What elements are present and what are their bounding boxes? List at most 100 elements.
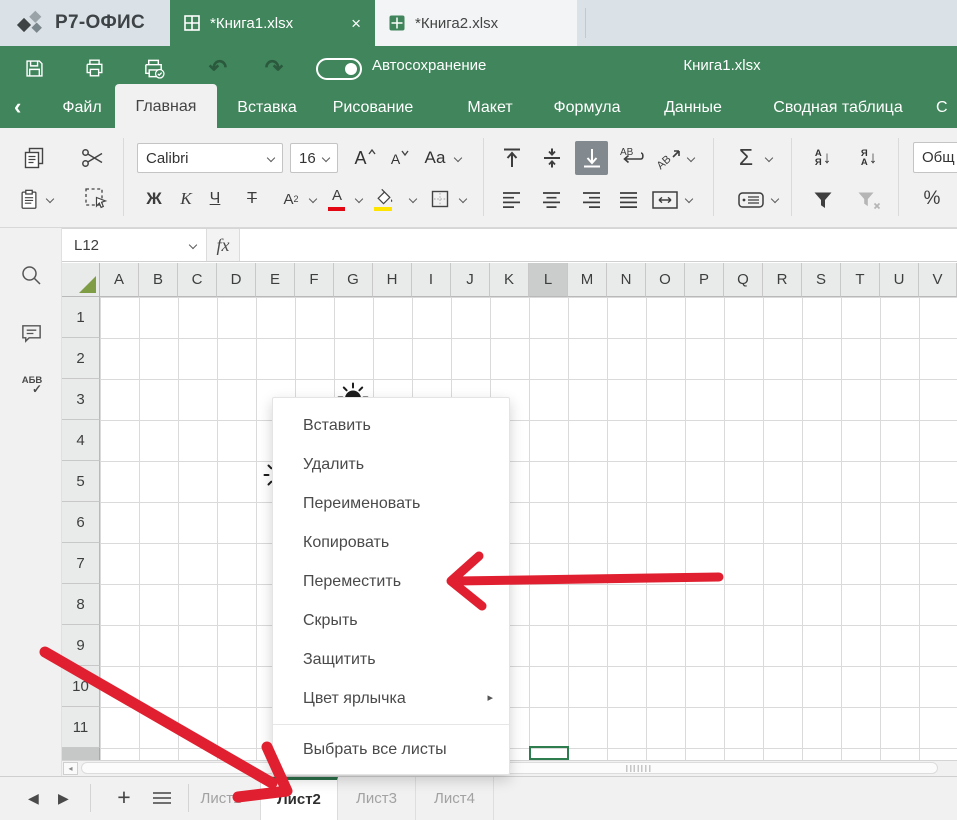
menu-item-hide[interactable]: Скрыть bbox=[273, 601, 509, 640]
column-header[interactable]: S bbox=[802, 263, 841, 297]
row-header[interactable]: 5 bbox=[62, 461, 100, 502]
column-header-selected[interactable]: L bbox=[529, 263, 568, 297]
column-header[interactable]: C bbox=[178, 263, 217, 297]
clear-filter-button[interactable] bbox=[855, 188, 883, 212]
back-chevron-icon[interactable]: ‹ bbox=[14, 88, 21, 128]
row-header[interactable]: 9 bbox=[62, 625, 100, 666]
formula-input[interactable] bbox=[240, 229, 957, 261]
quick-print-button[interactable] bbox=[142, 56, 166, 80]
spellcheck-button[interactable]: АБВ ✓ bbox=[16, 376, 48, 394]
row-header[interactable]: 8 bbox=[62, 584, 100, 625]
scrollbar-grip[interactable] bbox=[626, 765, 651, 772]
align-justify-button[interactable] bbox=[616, 188, 642, 212]
row-header[interactable]: 7 bbox=[62, 543, 100, 584]
column-header[interactable]: P bbox=[685, 263, 724, 297]
row-header[interactable]: 4 bbox=[62, 420, 100, 461]
row-header[interactable]: 6 bbox=[62, 502, 100, 543]
column-header[interactable]: R bbox=[763, 263, 802, 297]
font-name-combobox[interactable]: Calibri bbox=[137, 143, 283, 173]
strikeout-button[interactable]: Т bbox=[240, 187, 264, 211]
document-tab-book2[interactable]: *Книга2.xlsx bbox=[375, 0, 577, 46]
tab-data[interactable]: Данные bbox=[652, 88, 734, 128]
align-left-button[interactable] bbox=[499, 188, 525, 212]
search-button[interactable] bbox=[18, 262, 44, 288]
row-header[interactable]: 2 bbox=[62, 338, 100, 379]
percent-style-button[interactable]: % bbox=[918, 186, 946, 212]
column-header[interactable]: G bbox=[334, 263, 373, 297]
column-header[interactable]: K bbox=[490, 263, 529, 297]
column-header[interactable]: A bbox=[100, 263, 139, 297]
column-header[interactable]: I bbox=[412, 263, 451, 297]
column-header[interactable]: O bbox=[646, 263, 685, 297]
sort-ascending-button[interactable]: АЯ ↓ bbox=[808, 145, 838, 171]
wrap-text-button[interactable]: АВ bbox=[616, 144, 646, 172]
tab-pivot-table[interactable]: Сводная таблица bbox=[764, 88, 912, 128]
align-center-button[interactable] bbox=[539, 188, 565, 212]
bold-button[interactable]: Ж bbox=[142, 187, 166, 211]
column-header[interactable]: E bbox=[256, 263, 295, 297]
row-header-12-selected[interactable] bbox=[62, 748, 100, 760]
row-header[interactable]: 1 bbox=[62, 297, 100, 338]
decrease-font-button[interactable]: А bbox=[388, 147, 412, 171]
scroll-left-button[interactable]: ◂ bbox=[63, 762, 78, 775]
sort-descending-button[interactable]: ЯА ↓ bbox=[854, 145, 884, 171]
close-tab-icon[interactable]: × bbox=[351, 15, 361, 32]
column-header[interactable]: N bbox=[607, 263, 646, 297]
print-button[interactable] bbox=[82, 56, 106, 80]
copy-button[interactable] bbox=[20, 145, 48, 171]
tab-layout[interactable]: Макет bbox=[452, 88, 528, 128]
column-header[interactable]: F bbox=[295, 263, 334, 297]
align-middle-button[interactable] bbox=[538, 144, 566, 172]
merge-cells-button[interactable] bbox=[650, 188, 680, 212]
sheet-list-button[interactable] bbox=[148, 776, 176, 820]
column-header[interactable]: V bbox=[919, 263, 957, 297]
menu-item-tab-color[interactable]: Цвет ярлычка ▸ bbox=[273, 679, 509, 718]
menu-item-protect[interactable]: Защитить bbox=[273, 640, 509, 679]
active-cell-L12[interactable] bbox=[529, 746, 569, 760]
column-header[interactable]: B bbox=[139, 263, 178, 297]
menu-item-insert[interactable]: Вставить bbox=[273, 406, 509, 445]
next-sheet-button[interactable]: ▶ bbox=[58, 776, 69, 820]
add-sheet-button[interactable]: + bbox=[110, 776, 138, 820]
autosum-button[interactable]: Σ bbox=[734, 143, 758, 171]
tab-home[interactable]: Главная bbox=[115, 84, 217, 128]
align-top-button[interactable] bbox=[498, 144, 526, 172]
undo-button[interactable]: ↶ bbox=[206, 56, 230, 80]
font-size-combobox[interactable]: 16 bbox=[290, 143, 338, 173]
fill-color-button[interactable] bbox=[372, 185, 396, 211]
sheet-tab-list3[interactable]: Лист3 bbox=[338, 777, 416, 820]
change-case-button[interactable]: Аа bbox=[420, 145, 450, 171]
name-box[interactable]: L12 bbox=[62, 229, 207, 261]
tab-draw[interactable]: Рисование bbox=[322, 88, 424, 128]
tab-collaboration-clipped[interactable]: С bbox=[936, 88, 957, 128]
menu-item-copy[interactable]: Копировать bbox=[273, 523, 509, 562]
row-header[interactable]: 3 bbox=[62, 379, 100, 420]
select-all-corner[interactable] bbox=[62, 263, 100, 297]
filter-button[interactable] bbox=[810, 188, 836, 212]
document-tab-book1[interactable]: *Книга1.xlsx × bbox=[170, 0, 375, 46]
menu-item-delete[interactable]: Удалить bbox=[273, 445, 509, 484]
text-orientation-button[interactable]: АВ bbox=[656, 144, 684, 172]
underline-button[interactable]: Ч bbox=[203, 187, 227, 211]
worksheet-cells[interactable] bbox=[100, 297, 957, 760]
paste-button[interactable] bbox=[16, 186, 42, 212]
italic-button[interactable]: К bbox=[174, 187, 198, 211]
select-range-button[interactable] bbox=[82, 186, 110, 212]
save-button[interactable] bbox=[22, 56, 46, 80]
insert-function-button[interactable]: fx bbox=[207, 229, 240, 261]
row-header[interactable]: 11 bbox=[62, 707, 100, 748]
font-color-button[interactable]: А bbox=[326, 185, 348, 211]
tab-insert[interactable]: Вставка bbox=[227, 88, 307, 128]
row-header[interactable]: 10 bbox=[62, 666, 100, 707]
increase-font-button[interactable]: А bbox=[352, 145, 378, 171]
prev-sheet-button[interactable]: ◀ bbox=[28, 776, 39, 820]
tab-file[interactable]: Файл bbox=[55, 88, 109, 128]
column-header[interactable]: H bbox=[373, 263, 412, 297]
sheet-tab-list1[interactable]: Лист1 bbox=[182, 777, 260, 820]
column-header[interactable]: Q bbox=[724, 263, 763, 297]
number-format-combobox[interactable]: Общ bbox=[913, 142, 957, 173]
cut-button[interactable] bbox=[78, 145, 108, 171]
align-bottom-button-active[interactable] bbox=[575, 141, 608, 175]
menu-item-rename[interactable]: Переименовать bbox=[273, 484, 509, 523]
tab-formula[interactable]: Формула bbox=[544, 88, 630, 128]
